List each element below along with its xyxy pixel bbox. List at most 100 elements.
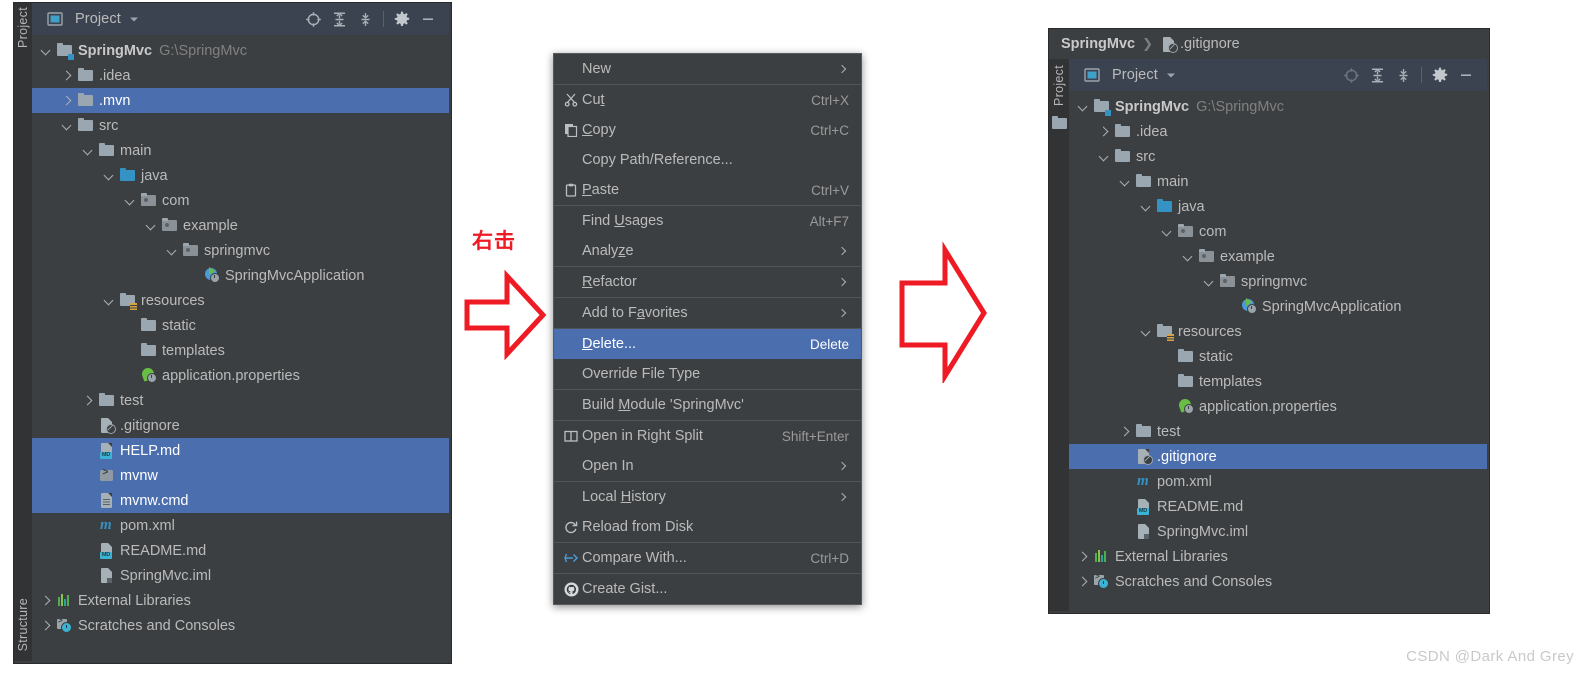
tree-row[interactable]: example [32, 213, 449, 238]
tree-row[interactable]: MD README.md [1069, 494, 1487, 519]
tree-row[interactable]: example [1069, 244, 1487, 269]
chevron-right-icon[interactable] [82, 394, 95, 407]
tree-row[interactable]: mvnw [32, 463, 449, 488]
chevron-down-icon[interactable] [1203, 275, 1216, 288]
collapse-all-icon[interactable] [1391, 63, 1415, 87]
chevron-right-icon[interactable] [1077, 575, 1090, 588]
chevron-down-icon[interactable] [1077, 100, 1090, 113]
chevron-down-icon[interactable] [1140, 200, 1153, 213]
right-project-tree[interactable]: SpringMvc G:\SpringMvc .idea src main java com… [1069, 91, 1487, 594]
tree-row[interactable]: src [32, 113, 449, 138]
tree-row[interactable]: java [1069, 194, 1487, 219]
chevron-right-icon[interactable] [40, 594, 53, 607]
tree-row[interactable]: SpringMvc.iml [32, 563, 449, 588]
context-menu[interactable]: New Cut Ctrl+X Copy Ctrl+C Copy Path/Referenc… [553, 53, 862, 605]
settings-gear-icon[interactable] [390, 7, 414, 31]
chevron-down-icon[interactable] [1161, 225, 1174, 238]
locate-icon[interactable] [1339, 63, 1363, 87]
tree-row[interactable]: External Libraries [32, 588, 449, 613]
expand-all-icon[interactable] [1365, 63, 1389, 87]
tree-row[interactable]: SpringMvc G:\SpringMvc [1069, 94, 1487, 119]
chevron-down-icon[interactable] [1140, 325, 1153, 338]
collapse-all-icon[interactable] [353, 7, 377, 31]
chevron-down-icon[interactable] [124, 194, 137, 207]
chevron-down-icon[interactable] [145, 219, 158, 232]
hide-icon[interactable] [1454, 63, 1478, 87]
tree-row[interactable]: SpringMvcApplication [1069, 294, 1487, 319]
tree-row[interactable]: springmvc [1069, 269, 1487, 294]
tree-row[interactable]: .gitignore [32, 413, 449, 438]
tree-row[interactable]: .mvn [32, 88, 449, 113]
menu-item[interactable]: Add to Favorites [554, 298, 861, 328]
menu-item[interactable]: Create Gist... [554, 574, 861, 604]
menu-item[interactable]: Analyze [554, 236, 861, 266]
tree-row[interactable]: MD README.md [32, 538, 449, 563]
tool-tab-structure[interactable]: Structure [16, 598, 30, 651]
chevron-right-icon[interactable] [1119, 425, 1132, 438]
menu-item[interactable]: Open in Right Split Shift+Enter [554, 421, 861, 451]
chevron-down-icon[interactable] [82, 144, 95, 157]
tree-row[interactable]: SpringMvc G:\SpringMvc [32, 38, 449, 63]
chevron-right-icon[interactable] [1077, 550, 1090, 563]
chevron-down-icon[interactable] [1159, 63, 1183, 87]
tree-row[interactable]: m pom.xml [32, 513, 449, 538]
left-project-tree[interactable]: SpringMvc G:\SpringMvc .idea .mvn src main jav… [32, 35, 449, 638]
tree-row[interactable]: test [1069, 419, 1487, 444]
tree-row[interactable]: com [32, 188, 449, 213]
tree-row[interactable]: templates [1069, 369, 1487, 394]
tree-row[interactable]: External Libraries [1069, 544, 1487, 569]
chevron-down-icon[interactable] [40, 44, 53, 57]
menu-item[interactable]: Local History [554, 482, 861, 512]
chevron-down-icon[interactable] [1119, 175, 1132, 188]
tree-row[interactable]: springmvc [32, 238, 449, 263]
tree-row[interactable]: application.properties [1069, 394, 1487, 419]
chevron-right-icon[interactable] [40, 619, 53, 632]
expand-all-icon[interactable] [327, 7, 351, 31]
chevron-down-icon[interactable] [61, 119, 74, 132]
menu-item[interactable]: Reload from Disk [554, 512, 861, 542]
chevron-down-icon[interactable] [122, 7, 146, 31]
tree-row[interactable]: application.properties [32, 363, 449, 388]
tree-row[interactable]: SpringMvcApplication [32, 263, 449, 288]
chevron-right-icon[interactable] [1098, 125, 1111, 138]
breadcrumb-file[interactable]: .gitignore [1180, 36, 1240, 52]
tree-row[interactable]: static [1069, 344, 1487, 369]
tree-row[interactable]: resources [1069, 319, 1487, 344]
tree-row[interactable]: .gitignore [1069, 444, 1487, 469]
hide-icon[interactable] [416, 7, 440, 31]
menu-item[interactable]: New [554, 54, 861, 84]
tree-row[interactable]: com [1069, 219, 1487, 244]
chevron-right-icon[interactable] [61, 69, 74, 82]
tool-tab-project[interactable]: Project [1052, 65, 1066, 106]
chevron-right-icon[interactable] [61, 94, 74, 107]
locate-icon[interactable] [301, 7, 325, 31]
settings-gear-icon[interactable] [1428, 63, 1452, 87]
chevron-down-icon[interactable] [103, 169, 116, 182]
menu-item[interactable]: Override File Type [554, 359, 861, 389]
tool-tab-project[interactable]: Project [16, 7, 30, 48]
tree-row[interactable]: resources [32, 288, 449, 313]
menu-item[interactable]: Paste Ctrl+V [554, 175, 861, 205]
tree-row[interactable]: m pom.xml [1069, 469, 1487, 494]
tree-row[interactable]: .idea [1069, 119, 1487, 144]
chevron-down-icon[interactable] [103, 294, 116, 307]
tree-row[interactable]: mvnw.cmd [32, 488, 449, 513]
tree-row[interactable]: src [1069, 144, 1487, 169]
tree-row[interactable]: test [32, 388, 449, 413]
tree-row[interactable]: Scratches and Consoles [32, 613, 449, 638]
tree-row[interactable]: static [32, 313, 449, 338]
breadcrumb-project[interactable]: SpringMvc [1061, 36, 1135, 52]
menu-item[interactable]: Build Module 'SpringMvc' [554, 390, 861, 420]
tree-row[interactable]: templates [32, 338, 449, 363]
menu-item[interactable]: Open In [554, 451, 861, 481]
breadcrumb[interactable]: SpringMvc ❯ .gitignore [1049, 29, 1489, 59]
menu-item[interactable]: Copy Ctrl+C [554, 115, 861, 145]
menu-item[interactable]: Refactor [554, 267, 861, 297]
menu-item[interactable]: Delete... Delete [554, 329, 861, 359]
menu-item[interactable]: Compare With... Ctrl+D [554, 543, 861, 573]
menu-item[interactable]: Find Usages Alt+F7 [554, 206, 861, 236]
chevron-down-icon[interactable] [1182, 250, 1195, 263]
chevron-down-icon[interactable] [1098, 150, 1111, 163]
tree-row[interactable]: java [32, 163, 449, 188]
chevron-down-icon[interactable] [166, 244, 179, 257]
